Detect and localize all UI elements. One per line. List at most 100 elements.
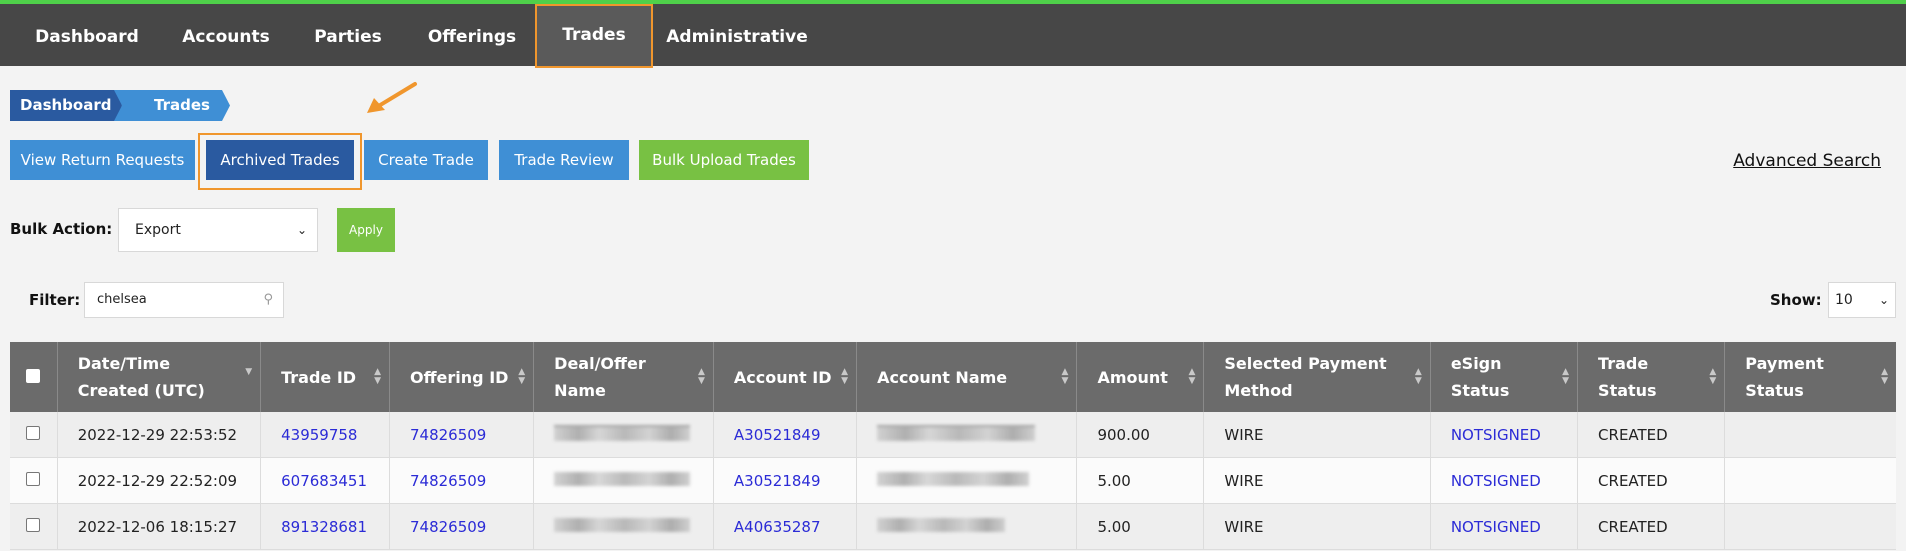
offering-id-link[interactable]: 74826509 <box>410 518 486 536</box>
header-amount[interactable]: Amount ▲ ▼ <box>1076 342 1205 412</box>
table-row: 2022-12-29 22:52:09 607683451 74826509 A… <box>10 457 1896 504</box>
redacted-text <box>554 517 691 532</box>
cell-date: 2022-12-29 22:53:52 <box>57 412 262 458</box>
nav-item-administrative[interactable]: Administrative <box>662 8 812 66</box>
nav-item-accounts[interactable]: Accounts <box>170 8 282 66</box>
cell-payment-status <box>1724 457 1896 504</box>
esign-status-link[interactable]: NOTSIGNED <box>1451 426 1541 444</box>
esign-status-link[interactable]: NOTSIGNED <box>1451 518 1541 536</box>
select-all-checkbox[interactable] <box>26 368 40 383</box>
bulk-action-select[interactable]: Export ⌄ <box>118 208 318 252</box>
bulk-upload-trades-button[interactable]: Bulk Upload Trades <box>639 140 809 180</box>
header-payment-status[interactable]: Payment Status ▲ ▼ <box>1724 342 1896 412</box>
trades-table: Date/Time Created (UTC) ▼ Trade ID ▲ ▼ Offe… <box>10 342 1896 550</box>
row-checkbox-cell <box>10 457 58 504</box>
header-trade-id[interactable]: Trade ID ▲ ▼ <box>260 342 390 412</box>
cell-date: 2022-12-29 22:52:09 <box>57 457 262 504</box>
chevron-down-icon: ⌄ <box>1878 293 1889 307</box>
filter-label: Filter: <box>29 291 81 309</box>
cell-deal-name-redacted <box>533 412 714 458</box>
search-icon[interactable]: ⚲ <box>263 283 273 317</box>
trade-id-link[interactable]: 43959758 <box>281 426 357 444</box>
nav-item-parties[interactable]: Parties <box>298 8 398 66</box>
header-offering-id[interactable]: Offering ID ▲ ▼ <box>389 342 535 412</box>
show-label: Show: <box>1770 291 1822 309</box>
cell-account-name-redacted <box>856 503 1078 550</box>
header-deal-offer-name[interactable]: Deal/Offer Name ▲ ▼ <box>533 342 714 412</box>
show-select[interactable]: 10 ⌄ <box>1828 282 1896 318</box>
cell-trade-status: CREATED <box>1577 412 1726 458</box>
header-payment-method[interactable]: Selected Payment Method ▲ ▼ <box>1203 342 1431 412</box>
bulk-action-selected: Export <box>135 222 181 238</box>
table-header-row: Date/Time Created (UTC) ▼ Trade ID ▲ ▼ Offe… <box>10 342 1896 412</box>
annotation-arrow-icon <box>367 82 417 113</box>
redacted-text <box>877 517 1006 532</box>
offering-id-link[interactable]: 74826509 <box>410 472 486 490</box>
redacted-text <box>554 424 691 441</box>
trade-id-link[interactable]: 607683451 <box>281 472 367 490</box>
chevron-down-icon: ⌄ <box>296 223 307 237</box>
nav-item-dashboard[interactable]: Dashboard <box>20 8 154 66</box>
cell-account-name-redacted <box>856 412 1078 458</box>
nav-item-offerings[interactable]: Offerings <box>414 8 530 66</box>
offering-id-link[interactable]: 74826509 <box>410 426 486 444</box>
esign-status-link[interactable]: NOTSIGNED <box>1451 472 1541 490</box>
breadcrumb-dashboard[interactable]: Dashboard <box>10 90 122 121</box>
account-id-link[interactable]: A30521849 <box>734 426 821 444</box>
sort-icon: ▲ ▼ <box>1709 367 1717 386</box>
cell-date: 2022-12-06 18:15:27 <box>57 503 262 550</box>
show-selected: 10 <box>1835 292 1853 308</box>
cell-payment-status <box>1724 503 1896 550</box>
cell-payment-method: WIRE <box>1203 412 1431 458</box>
filter-input[interactable]: chelsea ⚲ <box>84 282 284 318</box>
cell-deal-name-redacted <box>533 503 714 550</box>
header-account-id[interactable]: Account ID ▲ ▼ <box>713 342 858 412</box>
cell-payment-method: WIRE <box>1203 457 1431 504</box>
bulk-action-label: Bulk Action: <box>10 220 113 238</box>
sort-icon: ▲ ▼ <box>841 367 849 386</box>
cell-amount: 5.00 <box>1076 503 1205 550</box>
cell-payment-method: WIRE <box>1203 503 1431 550</box>
sort-icon: ▲ ▼ <box>518 367 526 386</box>
sort-icon: ▲ ▼ <box>1562 367 1570 386</box>
select-all-header <box>10 342 58 412</box>
cell-payment-status <box>1724 412 1896 458</box>
sort-icon: ▼ <box>245 367 253 377</box>
header-account-name[interactable]: Account Name ▲ ▼ <box>856 342 1078 412</box>
breadcrumb-trades: Trades <box>114 90 230 121</box>
trade-id-link[interactable]: 891328681 <box>281 518 367 536</box>
filter-value: chelsea <box>97 292 147 307</box>
account-id-link[interactable]: A30521849 <box>734 472 821 490</box>
redacted-text <box>554 471 691 486</box>
archived-trades-button[interactable]: Archived Trades <box>206 140 354 180</box>
sort-icon: ▲ ▼ <box>1881 367 1888 386</box>
table-row: 2022-12-06 18:15:27 891328681 74826509 A… <box>10 503 1896 550</box>
sort-icon: ▲ ▼ <box>697 367 705 386</box>
redacted-text <box>877 471 1030 486</box>
create-trade-button[interactable]: Create Trade <box>364 140 488 180</box>
header-esign-status[interactable]: eSign Status ▲ ▼ <box>1430 342 1579 412</box>
cell-account-name-redacted <box>856 457 1078 504</box>
cell-deal-name-redacted <box>533 457 714 504</box>
cell-trade-status: CREATED <box>1577 457 1726 504</box>
apply-button[interactable]: Apply <box>337 208 395 252</box>
view-return-requests-button[interactable]: View Return Requests <box>10 140 195 180</box>
cell-amount: 900.00 <box>1076 412 1205 458</box>
row-checkbox[interactable] <box>26 425 40 440</box>
trade-review-button[interactable]: Trade Review <box>499 140 629 180</box>
row-checkbox-cell <box>10 503 58 550</box>
cell-amount: 5.00 <box>1076 457 1205 504</box>
row-checkbox[interactable] <box>26 471 40 486</box>
redacted-text <box>877 424 1036 441</box>
advanced-search-link[interactable]: Advanced Search <box>1733 151 1881 171</box>
sort-icon: ▲ ▼ <box>374 367 381 386</box>
header-trade-status[interactable]: Trade Status ▲ ▼ <box>1577 342 1726 412</box>
cell-trade-status: CREATED <box>1577 503 1726 550</box>
account-id-link[interactable]: A40635287 <box>734 518 821 536</box>
table-row: 2022-12-29 22:53:52 43959758 74826509 A3… <box>10 412 1896 458</box>
nav-item-trades[interactable]: Trades <box>537 4 651 66</box>
top-nav: Dashboard Accounts Parties Offerings Tra… <box>0 4 1906 68</box>
sort-icon: ▲ ▼ <box>1188 367 1196 386</box>
row-checkbox[interactable] <box>26 517 40 532</box>
header-date-created[interactable]: Date/Time Created (UTC) ▼ <box>57 342 262 412</box>
